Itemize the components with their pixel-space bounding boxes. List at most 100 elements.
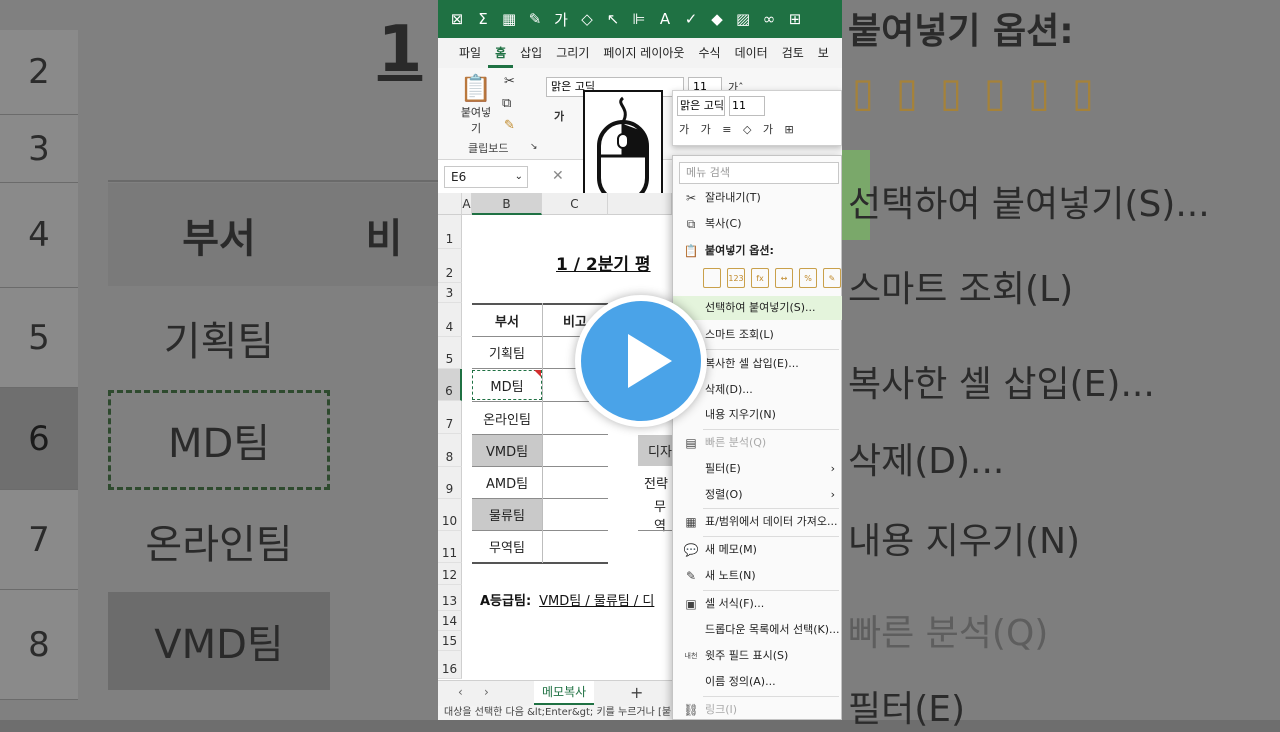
tab-data[interactable]: 데이터 <box>728 38 775 68</box>
menu-sort[interactable]: 정렬(O) › <box>673 483 842 507</box>
dept-cell-planning[interactable]: 기획팀 <box>472 337 542 368</box>
sum-icon[interactable]: Σ <box>476 10 490 28</box>
paste-button[interactable]: 📋 붙여넣기 <box>456 74 496 136</box>
table-icon[interactable]: ▦ <box>502 10 516 28</box>
menu-clear-contents[interactable]: 내용 지우기(N) <box>673 403 842 427</box>
tab-view[interactable]: 보 <box>811 38 836 68</box>
select-all-corner[interactable] <box>438 193 462 215</box>
menu-get-data[interactable]: ▦ 표/범위에서 데이터 가져오... <box>673 510 842 534</box>
background-left-zoom: 2 3 4 5 6 7 8 1 부서 비 기획팀 MD팀 온라인팀 VMD팀 <box>0 0 438 720</box>
tab-file[interactable]: 파일 <box>452 38 488 68</box>
right-cell-trade[interactable]: 무역 <box>638 499 672 534</box>
phonetic-icon: 내천 <box>684 652 698 660</box>
row-header-14[interactable]: 14 <box>438 611 462 631</box>
row-header-2[interactable]: 2 <box>438 249 462 283</box>
dept-cell-md[interactable]: MD팀 <box>472 370 542 400</box>
menu-new-comment[interactable]: 💬 새 메모(M) <box>673 538 842 562</box>
paste-link-icon[interactable]: ✎ <box>823 268 841 288</box>
paste-icon[interactable] <box>703 268 721 288</box>
menu-define-name[interactable]: 이름 정의(A)... <box>673 670 842 694</box>
paste-values-icon[interactable]: 123 <box>727 268 745 288</box>
name-box[interactable]: E6 ⌄ <box>444 166 528 188</box>
row-header-8[interactable]: 8 <box>438 434 462 467</box>
dept-cell-vmd[interactable]: VMD팀 <box>472 435 542 466</box>
bg-header-line <box>108 180 438 182</box>
excel-icon[interactable]: ⊠ <box>450 10 464 28</box>
dept-cell-trade[interactable]: 무역팀 <box>472 531 542 562</box>
mini-format-row[interactable]: 가 가 ≡ ◇ 가 ⊞ <box>679 121 798 137</box>
col-header-blank[interactable] <box>608 193 672 215</box>
menu-filter[interactable]: 필터(E) › <box>673 457 842 481</box>
row-header-10[interactable]: 10 <box>438 499 462 531</box>
check-icon[interactable]: ✓ <box>684 10 698 28</box>
row-header-1[interactable]: 1 <box>438 215 462 249</box>
more-icon[interactable]: ⊞ <box>788 10 802 28</box>
paste-formulas-icon[interactable]: fx <box>751 268 769 288</box>
col-header-c[interactable]: C <box>542 193 608 215</box>
row-header-4[interactable]: 4 <box>438 303 462 337</box>
image-icon[interactable]: ▨ <box>736 10 750 28</box>
mini-size-select[interactable]: 11 <box>729 96 765 116</box>
col-header-b[interactable]: B <box>472 193 542 215</box>
row-header-16[interactable]: 16 <box>438 651 462 679</box>
font-color-icon[interactable]: A <box>658 10 672 28</box>
fill-icon[interactable]: ◆ <box>710 10 724 28</box>
paste-formatting-icon[interactable]: % <box>799 268 817 288</box>
shapes-icon[interactable]: ◇ <box>580 10 594 28</box>
row-header-12[interactable]: 12 <box>438 563 462 585</box>
video-play-button[interactable] <box>575 295 707 427</box>
right-cell-strategy[interactable]: 전략 <box>638 467 672 498</box>
chevron-right-icon: › <box>830 488 835 501</box>
menu-paste-special[interactable]: 선택하여 붙여넣기(S)... <box>673 296 842 320</box>
row-header-9[interactable]: 9 <box>438 467 462 499</box>
menu-phonetic[interactable]: 내천 윗주 필드 표시(S) <box>673 644 842 668</box>
format-painter-icon[interactable]: ✎ <box>504 118 515 133</box>
row-header-3[interactable]: 3 <box>438 283 462 303</box>
mini-font-select[interactable]: 맑은 고딕 <box>677 96 725 116</box>
menu-new-note[interactable]: ✎ 새 노트(N) <box>673 564 842 588</box>
sheet-tab-memo-copy[interactable]: 메모복사 <box>534 681 595 705</box>
row-header-5[interactable]: 5 <box>438 337 462 369</box>
menu-copy[interactable]: ⧉ 복사(C) <box>673 212 842 236</box>
dept-cell-amd[interactable]: AMD팀 <box>472 467 542 498</box>
bold-button[interactable]: 가 <box>554 108 564 124</box>
paste-transpose-icon[interactable]: ↔ <box>775 268 793 288</box>
tab-insert[interactable]: 삽입 <box>513 38 549 68</box>
menu-pick-dropdown[interactable]: 드롭다운 목록에서 선택(K)... <box>673 618 842 642</box>
menu-search-input[interactable]: 메뉴 검색 <box>679 162 839 184</box>
tab-page-layout[interactable]: 페이지 레이아웃 <box>596 38 691 68</box>
row-header-13[interactable]: 13 <box>438 585 462 611</box>
menu-cut[interactable]: ✂ 잘라내기(T) <box>673 186 842 210</box>
chevron-right-icon[interactable]: › <box>484 685 489 699</box>
pointer-icon[interactable]: ↖ <box>606 10 620 28</box>
grade-row[interactable]: A등급팀: VMD팀 / 물류팀 / 디 <box>480 590 654 609</box>
right-cell-design[interactable]: 디자 <box>638 435 672 466</box>
row-header-6[interactable]: 6 <box>438 369 462 401</box>
align-icon[interactable]: ⊫ <box>632 10 646 28</box>
tab-formulas[interactable]: 수식 <box>691 38 727 68</box>
brush-icon[interactable]: ✎ <box>528 10 542 28</box>
menu-link-label: 링크(I) <box>705 703 738 716</box>
row-header-7[interactable]: 7 <box>438 401 462 434</box>
col-header-a[interactable]: A <box>462 193 472 215</box>
copy-icon[interactable]: ⧉ <box>502 96 511 111</box>
dept-cell-online[interactable]: 온라인팀 <box>472 402 542 434</box>
sheet-title[interactable]: 1 / 2분기 평 <box>556 250 651 275</box>
tab-home[interactable]: 홈 <box>488 38 514 68</box>
row-header-15[interactable]: 15 <box>438 631 462 651</box>
tab-review[interactable]: 검토 <box>775 38 811 68</box>
chevron-left-icon[interactable]: ‹ <box>458 685 463 699</box>
menu-format-cells[interactable]: ▣ 셀 서식(F)... <box>673 592 842 616</box>
bg-title-fragment: 1 <box>377 13 423 87</box>
tab-draw[interactable]: 그리기 <box>549 38 596 68</box>
row-header-11[interactable]: 11 <box>438 531 462 563</box>
link-icon[interactable]: ∞ <box>762 10 776 28</box>
font-size-icon[interactable]: 가 <box>554 9 568 30</box>
header-dept-cell[interactable]: 부서 <box>472 304 542 336</box>
dept-cell-logistics[interactable]: 물류팀 <box>472 499 542 530</box>
add-sheet-button[interactable]: + <box>630 683 643 702</box>
ribbon-tabs: 파일 홈 삽입 그리기 페이지 레이아웃 수식 데이터 검토 보 <box>438 38 842 68</box>
cut-icon[interactable]: ✂ <box>504 74 515 89</box>
cancel-icon[interactable]: ✕ <box>552 168 564 184</box>
dialog-launcher-icon[interactable]: ↘ <box>530 142 538 152</box>
